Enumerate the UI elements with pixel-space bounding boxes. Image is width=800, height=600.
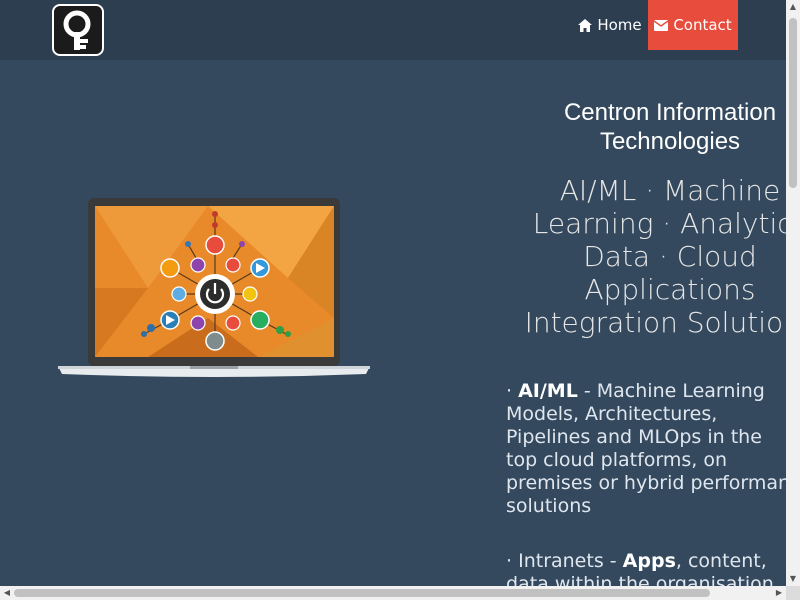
tagline-line: Data · Cloud	[583, 240, 757, 273]
nav-home-label: Home	[597, 16, 642, 34]
laptop-illustration	[58, 198, 370, 382]
feature-ai-ml: · AI/ML - Machine Learning Models, Archi…	[506, 380, 800, 518]
nav-contact-button[interactable]: Contact	[648, 0, 738, 50]
navbar: Home Contact	[0, 0, 786, 60]
key-logo-icon	[63, 10, 91, 50]
tagline-line: AI/ML · Machine	[559, 174, 781, 207]
scroll-up-arrow-icon[interactable]: ▲	[786, 0, 800, 14]
horizontal-scrollbar[interactable]: ◀ ▶	[0, 586, 786, 600]
feature-text: Pipelines and MLOps in the	[506, 426, 762, 448]
feature-title: AI/ML	[518, 380, 578, 402]
feature-bullet: ·	[506, 380, 513, 402]
feature-bullet: ·	[506, 550, 513, 572]
vertical-scroll-thumb[interactable]	[789, 18, 797, 188]
company-name-line2: Technologies	[599, 128, 741, 155]
feature-text: top cloud platforms, on	[506, 449, 728, 471]
tagline-line: Integration Solutions	[524, 306, 800, 339]
horizontal-scroll-thumb[interactable]	[14, 589, 710, 597]
nav-contact-label: Contact	[673, 16, 732, 34]
nav-home-link[interactable]: Home	[572, 0, 648, 50]
feature-prefix: Intranets -	[518, 550, 623, 572]
feature-text: - Machine Learning	[577, 380, 765, 402]
feature-text: solutions	[506, 495, 592, 517]
scrollbar-corner	[786, 586, 800, 600]
feature-title: Apps	[622, 550, 676, 572]
vertical-scrollbar[interactable]: ▲ ▼	[786, 0, 800, 586]
services-tagline: AI/ML · Machine Learning · Analytics Dat…	[505, 174, 800, 339]
brand-logo[interactable]	[52, 4, 104, 56]
home-icon	[578, 18, 593, 32]
scroll-right-arrow-icon[interactable]: ▶	[772, 586, 786, 600]
tagline-line: Learning · Analytics	[532, 207, 800, 240]
envelope-icon	[654, 19, 669, 31]
company-name: Centron Information Technologies	[545, 98, 795, 156]
scroll-down-arrow-icon[interactable]: ▼	[786, 572, 800, 586]
feature-text: premises or hybrid performant	[506, 472, 798, 494]
tagline-line: Applications	[584, 273, 756, 306]
feature-text: , content,	[675, 550, 767, 572]
scroll-left-arrow-icon[interactable]: ◀	[0, 586, 14, 600]
company-name-line1: Centron Information	[563, 99, 777, 126]
feature-text: Models, Architectures,	[506, 403, 718, 425]
